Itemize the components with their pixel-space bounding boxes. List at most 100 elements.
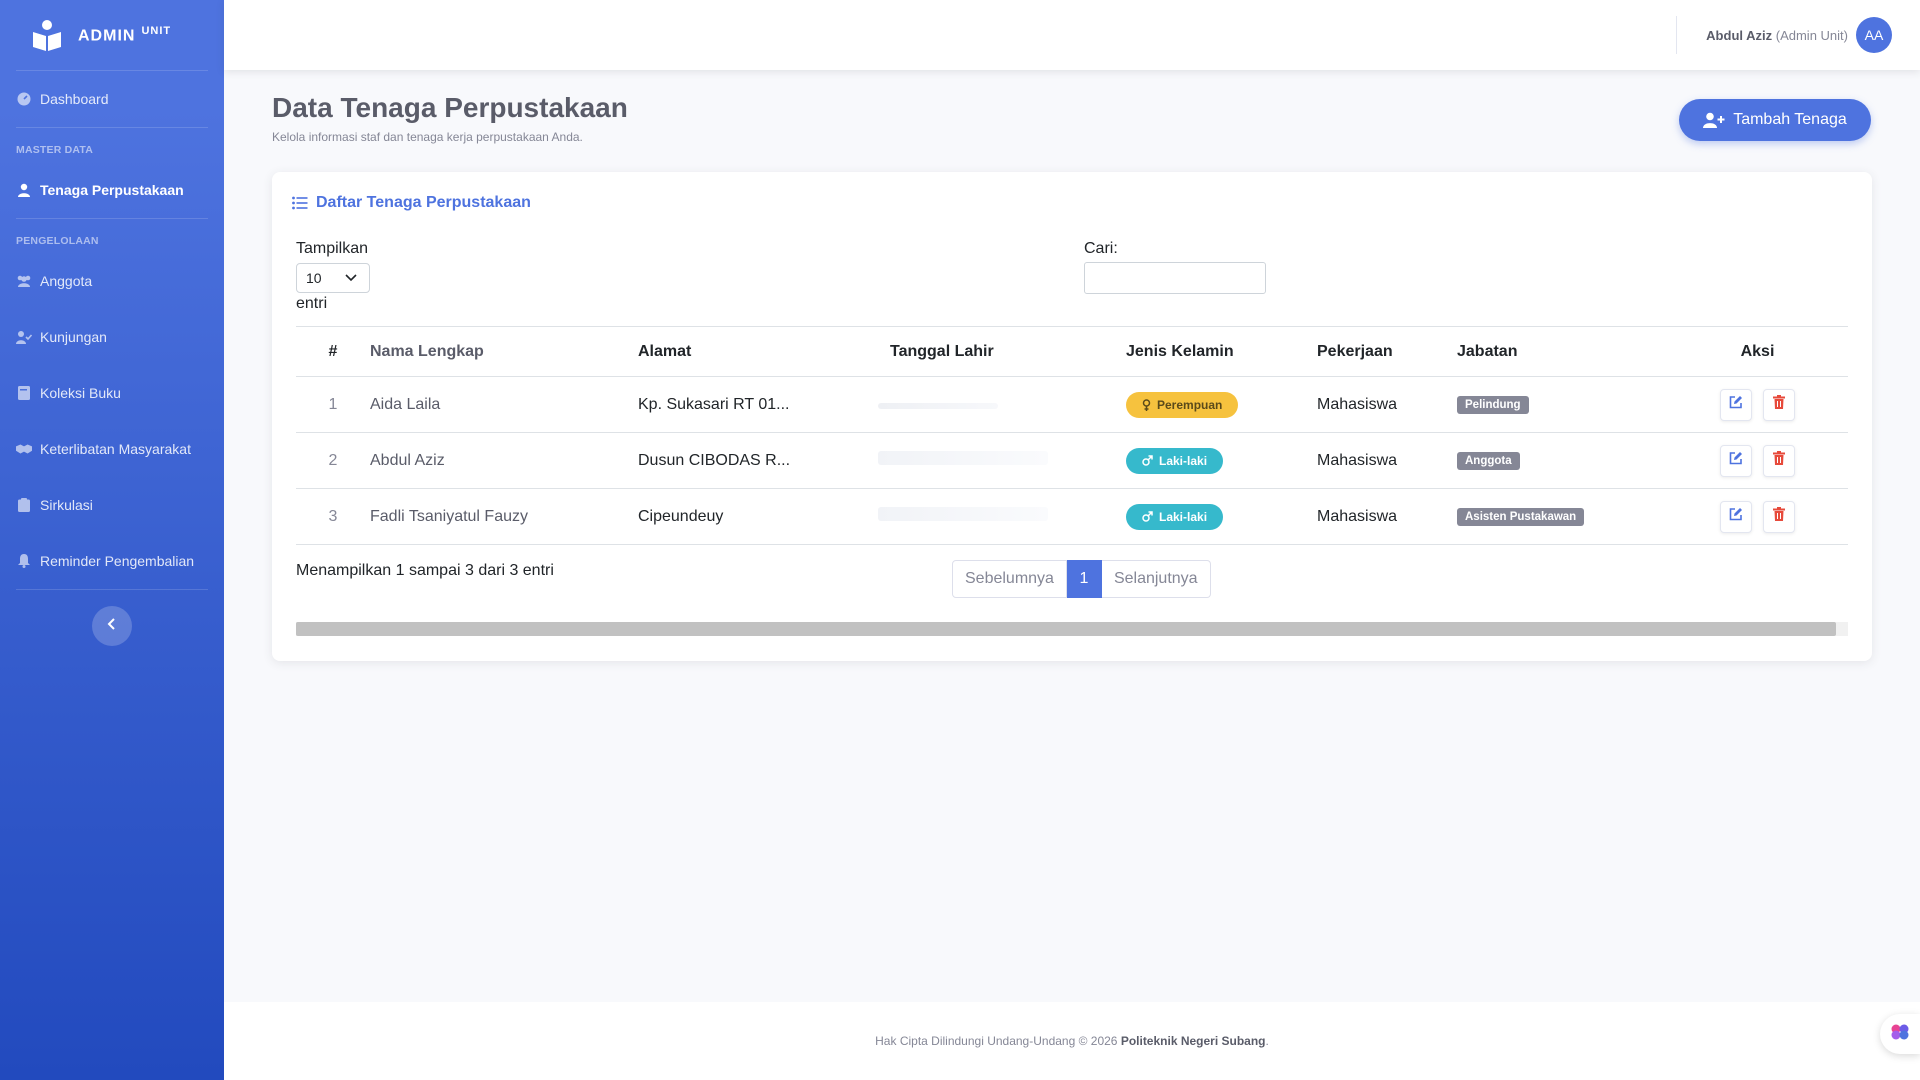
blurred-date [878, 451, 1048, 465]
cell-address: Kp. Sukasari RT 01... [638, 376, 890, 433]
add-staff-label: Tambah Tenaga [1733, 111, 1847, 128]
edit-button[interactable] [1720, 388, 1753, 421]
col-header-birthdate[interactable]: Tanggal Lahir [890, 326, 1126, 377]
scrollbar-thumb[interactable] [296, 622, 1836, 636]
brand-suffix: UNIT [141, 24, 172, 37]
cell-job: Mahasiswa [1317, 432, 1457, 489]
trash-icon [1772, 395, 1785, 414]
sidebar-item-koleksi-buku[interactable]: Koleksi Buku [0, 365, 224, 421]
edit-icon [1729, 451, 1743, 470]
footer: Hak Cipta Dilindungi Undang-Undang © 202… [224, 1002, 1920, 1080]
user-check-icon [16, 329, 32, 345]
sidebar-item-dashboard[interactable]: Dashboard [0, 71, 224, 127]
user-plus-icon [1703, 112, 1725, 128]
sidebar-item-label: Anggota [40, 273, 93, 289]
cell-address: Cipeundeuy [638, 488, 890, 545]
col-header-address[interactable]: Alamat [638, 326, 890, 377]
venus-icon [1142, 398, 1151, 411]
gender-label: Perempuan [1157, 397, 1223, 412]
avatar[interactable]: AA [1856, 17, 1892, 53]
cell-actions [1667, 376, 1848, 433]
page-subtitle: Kelola informasi staf dan tenaga kerja p… [272, 130, 583, 144]
cell-number: 1 [296, 376, 370, 433]
delete-button[interactable] [1762, 388, 1795, 421]
card-title: Daftar Tenaga Perpustakaan [292, 194, 531, 212]
edit-icon [1729, 507, 1743, 526]
dashboard-icon [16, 91, 32, 107]
delete-button[interactable] [1762, 444, 1795, 477]
sidebar-divider [16, 589, 208, 590]
position-badge: Anggota [1457, 452, 1520, 470]
cell-actions [1667, 488, 1848, 545]
search-input[interactable] [1084, 262, 1266, 294]
edit-button[interactable] [1720, 500, 1753, 533]
table-info: Menampilkan 1 sampai 3 dari 3 entri [296, 562, 554, 579]
col-header-gender[interactable]: Jenis Kelamin [1126, 326, 1317, 377]
sidebar-item-label: Koleksi Buku [40, 385, 121, 401]
position-badge: Asisten Pustakawan [1457, 508, 1585, 526]
sidebar-item-anggota[interactable]: Anggota [0, 253, 224, 309]
topbar-divider [1676, 16, 1677, 54]
floating-assistant-button[interactable] [1880, 1014, 1920, 1054]
add-staff-button[interactable]: Tambah Tenaga [1679, 99, 1871, 141]
sidebar-heading-pengelolaan: PENGELOLAAN [16, 235, 99, 247]
col-header-number[interactable]: # [296, 326, 370, 377]
entries-select[interactable]: 10 [296, 263, 370, 293]
col-header-actions: Aksi [1667, 326, 1848, 377]
sidebar-item-label: Dashboard [40, 91, 109, 107]
cell-name: Abdul Aziz [370, 432, 638, 489]
table-row: 2 Abdul Aziz Dusun CIBODAS R... Laki-lak… [296, 432, 1848, 489]
sidebar-item-label: Reminder Pengembalian [40, 553, 195, 569]
list-icon [292, 196, 308, 210]
col-header-job[interactable]: Pekerjaan [1317, 326, 1457, 377]
sidebar-item-reminder[interactable]: Reminder Pengembalian [0, 533, 224, 589]
cell-position: Asisten Pustakawan [1457, 488, 1667, 545]
sidebar-item-label: Kunjungan [40, 329, 107, 345]
footer-org: Politeknik Negeri Subang [1120, 1034, 1266, 1048]
pagination-page-1[interactable]: 1 [1066, 560, 1102, 598]
users-icon [16, 273, 32, 289]
edit-button[interactable] [1720, 444, 1753, 477]
staff-card: Daftar Tenaga Perpustakaan Tampilkan 10 … [272, 172, 1872, 661]
sidebar-item-label: Tenaga Perpustakaan [40, 182, 184, 198]
cell-address: Dusun CIBODAS R... [638, 432, 890, 489]
pagination-next[interactable]: Selanjutnya [1101, 560, 1211, 598]
gender-badge: Laki-laki [1126, 447, 1224, 474]
col-header-name[interactable]: Nama Lengkap [370, 326, 638, 377]
user-icon [16, 182, 32, 198]
sidebar-heading-master: MASTER DATA [16, 144, 94, 156]
delete-button[interactable] [1762, 500, 1795, 533]
col-header-position[interactable]: Jabatan [1457, 326, 1667, 377]
brand-text: ADMIN UNIT [78, 25, 171, 45]
table-header-row: # Nama Lengkap Alamat Tanggal Lahir Jeni… [296, 326, 1848, 377]
cell-actions [1667, 432, 1848, 489]
cell-gender: Perempuan [1126, 376, 1317, 433]
sidebar: ADMIN UNIT Dashboard MASTER DATA Tenaga P… [0, 0, 224, 1080]
sidebar-brand[interactable]: ADMIN UNIT [0, 0, 224, 70]
handshake-icon [16, 441, 32, 457]
sidebar-item-label: Sirkulasi [40, 497, 93, 513]
cell-job: Mahasiswa [1317, 376, 1457, 433]
sidebar-item-kunjungan[interactable]: Kunjungan [0, 309, 224, 365]
cell-position: Pelindung [1457, 376, 1667, 433]
sidebar-toggle-button[interactable] [92, 606, 132, 646]
user-name-text: Abdul Aziz (Admin Unit) [1706, 28, 1848, 43]
sidebar-item-tenaga[interactable]: Tenaga Perpustakaan [0, 162, 224, 218]
horizontal-scrollbar[interactable] [296, 622, 1848, 636]
cell-job: Mahasiswa [1317, 488, 1457, 545]
position-badge: Pelindung [1457, 396, 1529, 414]
table-row: 1 Aida Laila Kp. Sukasari RT 01... Perem… [296, 376, 1848, 433]
sidebar-item-sirkulasi[interactable]: Sirkulasi [0, 477, 224, 533]
user-role: (Admin Unit) [1775, 27, 1848, 43]
cell-name: Fadli Tsaniyatul Fauzy [370, 488, 638, 545]
cell-birthdate [878, 488, 1126, 545]
mars-icon [1142, 455, 1153, 466]
footer-dot: . [1265, 1034, 1269, 1048]
gender-label: Laki-laki [1159, 509, 1208, 524]
pagination-prev[interactable]: Sebelumnya [952, 560, 1067, 598]
sidebar-item-keterlibatan[interactable]: Keterlibatan Masyarakat [0, 421, 224, 477]
clipboard-icon [16, 497, 32, 513]
entries-select-value: 10 [306, 270, 322, 286]
user-dropdown[interactable]: Abdul Aziz (Admin Unit) AA [1706, 16, 1892, 54]
page-title: Data Tenaga Perpustakaan [272, 92, 628, 123]
